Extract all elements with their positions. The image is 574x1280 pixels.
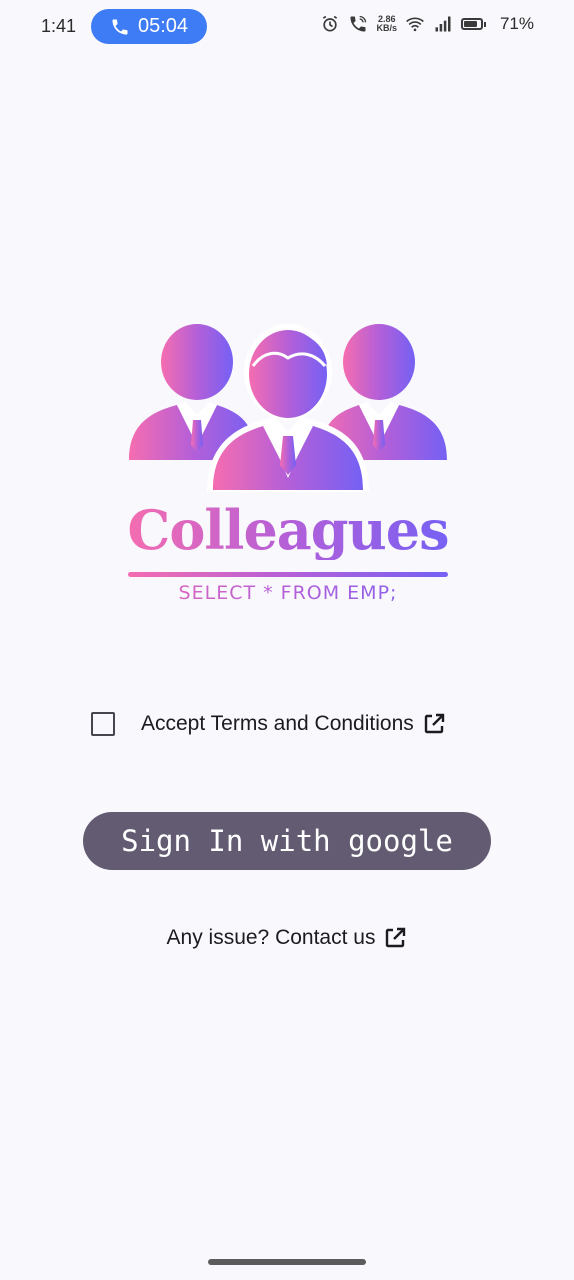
logo-underline xyxy=(128,572,448,577)
call-duration: 05:04 xyxy=(137,15,189,37)
open-in-new-icon[interactable] xyxy=(383,926,407,950)
alarm-icon xyxy=(323,15,338,32)
contact-row: Any issue? Contact us xyxy=(0,926,574,950)
ongoing-call-chip[interactable]: 05:04 xyxy=(91,9,207,44)
logo-tagline: SELECT * FROM EMP; xyxy=(125,582,451,604)
colleagues-people-icon xyxy=(129,324,447,492)
gesture-nav-handle[interactable] xyxy=(208,1259,366,1265)
status-bar: 1:41 05:04 2.86 KB/s 71% xyxy=(0,0,574,54)
contact-us-link[interactable]: Any issue? Contact us xyxy=(167,926,376,950)
signal-icon xyxy=(435,16,451,32)
logo-wordmark: Colleagues xyxy=(125,500,451,560)
wifi-icon xyxy=(406,17,424,32)
phone-icon xyxy=(112,19,128,34)
google-sign-in-button[interactable]: Sign In with google xyxy=(83,812,491,870)
battery-icon xyxy=(460,18,486,30)
terms-label[interactable]: Accept Terms and Conditions xyxy=(141,712,414,736)
call-signal-icon xyxy=(350,15,367,32)
battery-percent: 71% xyxy=(499,14,534,33)
login-screen: 1:41 05:04 2.86 KB/s 71% Colleagues SELE… xyxy=(0,0,574,1280)
status-time: 1:41 xyxy=(41,16,77,36)
terms-checkbox[interactable] xyxy=(91,712,115,736)
status-icons: 2.86 KB/s 71% xyxy=(320,14,534,34)
open-in-new-icon[interactable] xyxy=(422,712,446,736)
terms-row: Accept Terms and Conditions xyxy=(91,708,446,740)
net-speed: 2.86 KB/s xyxy=(376,14,397,33)
app-logo: Colleagues SELECT * FROM EMP; xyxy=(125,320,451,610)
